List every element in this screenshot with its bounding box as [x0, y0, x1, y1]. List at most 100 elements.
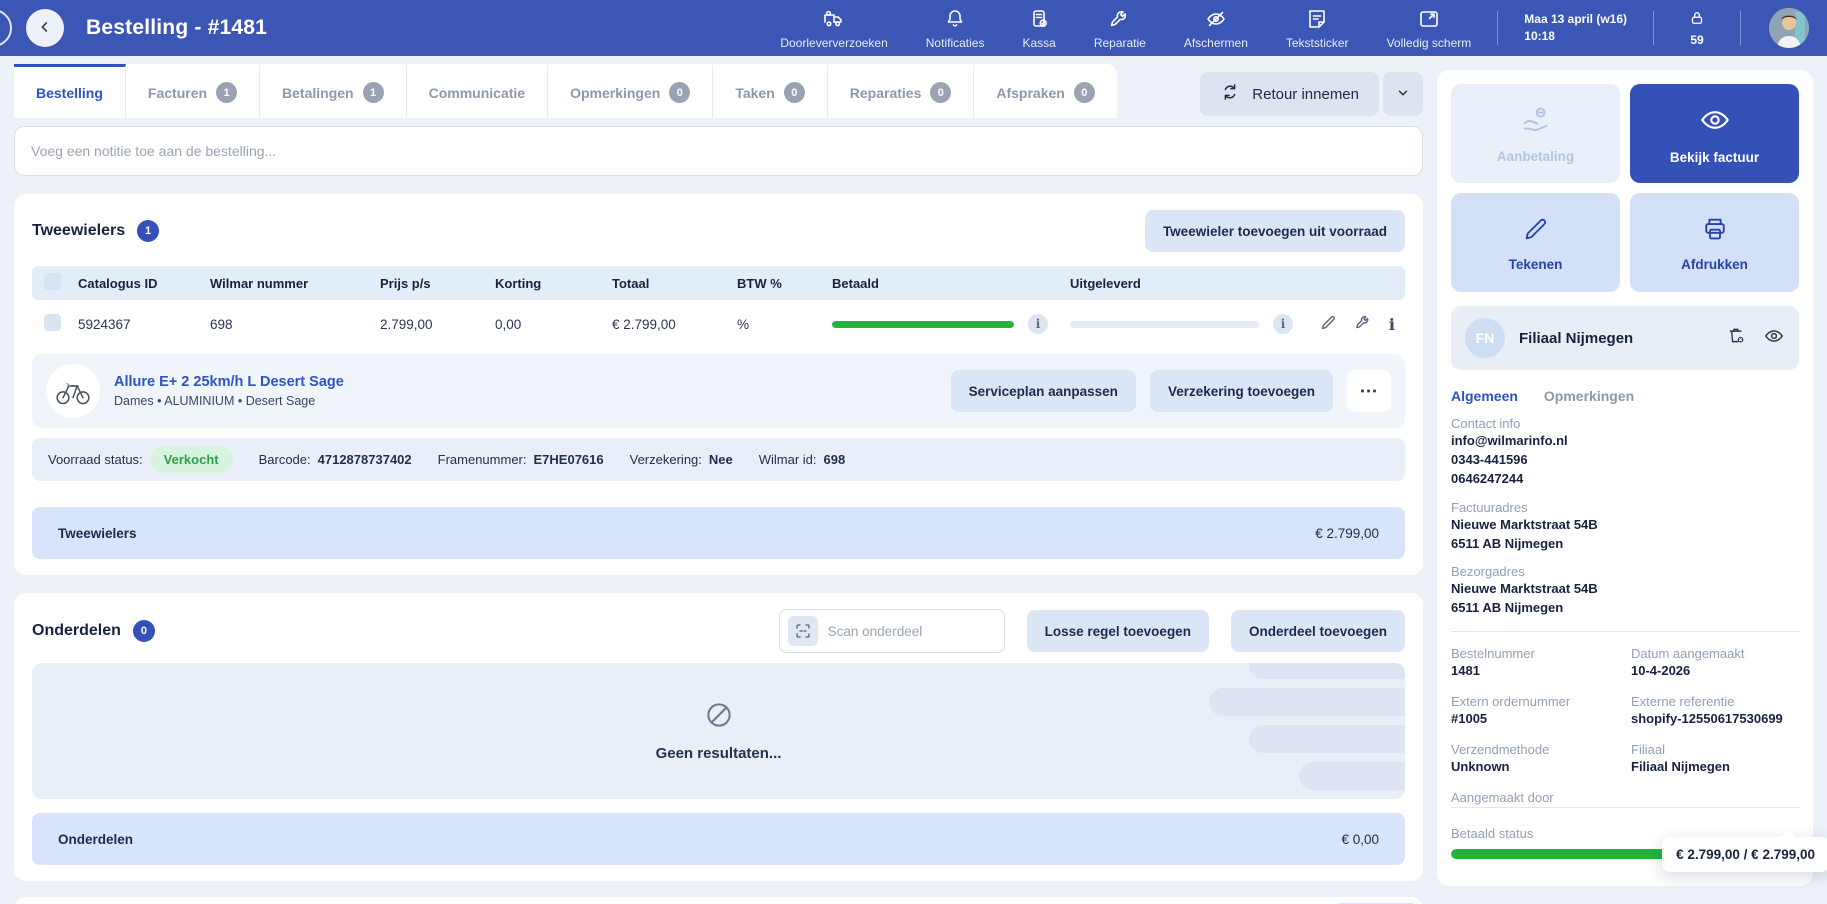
summary-value: € 2.799,00: [1315, 525, 1379, 541]
nav-notificaties[interactable]: Notificaties: [926, 7, 984, 50]
bekijk-factuur-button[interactable]: Bekijk factuur: [1630, 84, 1799, 183]
tab-opmerkingen[interactable]: Opmerkingen 0: [548, 64, 714, 118]
block-label: Bezorgadres: [1451, 564, 1525, 580]
tab-badge: 0: [1073, 82, 1095, 103]
retour-label: Retour innemen: [1252, 85, 1359, 103]
back-button[interactable]: [26, 9, 64, 47]
cell-catalogus-id: 5924367: [78, 316, 131, 332]
order-note-input[interactable]: [31, 143, 1406, 159]
nav-afschermen[interactable]: Afschermen: [1184, 7, 1248, 50]
row-info-icon[interactable]: i: [1389, 315, 1395, 334]
onderdelen-summary: Onderdelen € 0,00: [32, 813, 1405, 865]
tab-reparaties[interactable]: Reparaties 0: [828, 64, 975, 118]
repair-wrench-icon[interactable]: [1354, 313, 1373, 335]
product-more-button[interactable]: ⋯: [1347, 370, 1391, 412]
cell-prijs: 2.799,00: [380, 316, 433, 332]
scan-onderdeel-input[interactable]: [827, 623, 996, 639]
field-verzendmethode: Verzendmethode Unknown: [1451, 730, 1619, 776]
field-datum-aangemaakt: Datum aangemaakt 10-4-2026: [1631, 634, 1799, 680]
divider: [1451, 631, 1799, 633]
field-value: Filiaal Nijmegen: [1631, 759, 1730, 775]
tab-badge: 0: [783, 82, 805, 103]
action-tiles: Aanbetaling Bekijk factuur Tekenen Afdru…: [1451, 84, 1799, 292]
tekenen-button[interactable]: Tekenen: [1451, 193, 1620, 292]
nav-doorleververzoeken[interactable]: Doorleververzoeken: [780, 7, 888, 50]
losse-regel-button[interactable]: Losse regel toevoegen: [1026, 610, 1209, 652]
retour-innemen-button[interactable]: Retour innemen: [1200, 72, 1379, 116]
nav-volledig-scherm[interactable]: Volledig scherm: [1387, 7, 1471, 50]
column-header: Wilmar nummer: [210, 275, 309, 291]
tab-bestelling[interactable]: Bestelling: [14, 64, 126, 118]
retour-dropdown-button[interactable]: [1383, 72, 1423, 116]
nav-kassa[interactable]: Kassa: [1022, 7, 1056, 50]
serviceplan-button[interactable]: Serviceplan aanpassen: [950, 370, 1136, 412]
tab-facturen[interactable]: Facturen 1: [126, 64, 261, 118]
betaald-info-icon[interactable]: i: [1028, 314, 1048, 334]
tweewielers-summary: Tweewielers € 2.799,00: [32, 507, 1405, 559]
remove-customer-icon[interactable]: [1726, 325, 1747, 351]
bike-image: [46, 364, 100, 418]
tab-betalingen[interactable]: Betalingen 1: [260, 64, 407, 118]
tab-afspraken[interactable]: Afspraken 0: [974, 64, 1116, 118]
divider: [1451, 806, 1799, 808]
field-value: #1005: [1451, 711, 1488, 727]
customer-name: Filiaal Nijmegen: [1519, 329, 1634, 347]
nav-tekststicker[interactable]: Tekststicker: [1286, 7, 1349, 50]
order-note: [14, 126, 1423, 176]
add-tweewieler-button[interactable]: Tweewieler toevoegen uit voorraad: [1144, 210, 1405, 252]
content: Bestelling Facturen 1 Betalingen 1 Communi…: [0, 56, 1827, 904]
detail-value: 4712878737402: [317, 452, 412, 467]
tab-algemeen[interactable]: Algemeen: [1451, 388, 1518, 404]
eye-off-icon: [1204, 7, 1228, 31]
detail-label: Framenummer:: [437, 452, 527, 467]
onderdelen-section: Onderdelen 0 Losse regel toevoegen Onder…: [14, 593, 1423, 881]
onderdeel-toevoegen-button[interactable]: Onderdeel toevoegen: [1230, 610, 1405, 652]
tab-opmerkingen[interactable]: Opmerkingen: [1544, 388, 1634, 404]
user-avatar[interactable]: [1769, 8, 1809, 48]
detail-label: Wilmar id:: [758, 452, 817, 467]
customer-card[interactable]: FN Filiaal Nijmegen: [1451, 306, 1799, 370]
cell-totaal: € 2.799,00: [612, 316, 676, 332]
menu-handle[interactable]: [0, 9, 12, 47]
address-line: 6511 AB Nijmegen: [1451, 535, 1564, 551]
lock-count: 59: [1690, 33, 1704, 47]
verzekering-button[interactable]: Verzekering toevoegen: [1149, 370, 1333, 412]
address-line: 6511 AB Nijmegen: [1451, 600, 1564, 616]
top-navigation: Doorleververzoeken Notificaties Kassa Re…: [780, 7, 1497, 50]
select-all-checkbox[interactable]: [44, 273, 61, 290]
view-customer-icon[interactable]: [1763, 325, 1785, 352]
row-actions: i: [1315, 313, 1405, 335]
field-value: 10-4-2026: [1631, 663, 1691, 679]
field-label: Verzendmethode: [1451, 742, 1550, 758]
edit-icon[interactable]: [1319, 313, 1338, 335]
contact-phone-2: 0646247244: [1451, 470, 1524, 486]
field-label: Bestelnummer: [1451, 646, 1535, 662]
field-value: shopify-12550617530699: [1631, 711, 1783, 727]
tab-communicatie[interactable]: Communicatie: [407, 64, 549, 118]
printer-icon: [1700, 214, 1730, 247]
field-bestelnummer: Bestelnummer 1481: [1451, 634, 1619, 680]
tab-label: Bestelling: [36, 84, 103, 101]
order-fields: Bestelnummer 1481 Datum aangemaakt 10-4-…: [1451, 634, 1799, 807]
detail-value: Nee: [708, 452, 733, 467]
tab-bar: Bestelling Facturen 1 Betalingen 1 Communi…: [14, 64, 1117, 118]
product-link[interactable]: Allure E+ 2 25km/h L Desert Sage: [114, 374, 344, 390]
lock-counter[interactable]: 59: [1654, 9, 1740, 47]
sidebar: Aanbetaling Bekijk factuur Tekenen Afdru…: [1437, 70, 1827, 886]
field-value: 1481: [1451, 663, 1480, 679]
contact-info-block: Contact info info@wilmarinfo.nl 0343-441…: [1451, 404, 1799, 488]
summary-value: € 0,00: [1341, 831, 1379, 847]
address-line: Nieuwe Marktstraat 54B: [1451, 516, 1598, 532]
uitgeleverd-info-icon[interactable]: i: [1273, 314, 1293, 334]
nav-label: Afschermen: [1183, 35, 1248, 50]
nav-reparatie[interactable]: Reparatie: [1094, 7, 1146, 50]
delivery-truck-icon: [822, 7, 846, 31]
product-block: Allure E+ 2 25km/h L Desert Sage Dames •…: [32, 354, 1405, 428]
contact-email: info@wilmarinfo.nl: [1451, 433, 1568, 448]
tab-taken[interactable]: Taken 0: [713, 64, 828, 118]
row-checkbox[interactable]: [44, 314, 61, 331]
afdrukken-button[interactable]: Afdrukken: [1630, 193, 1799, 292]
cell-korting: 0,00: [495, 316, 522, 332]
tweewielers-header: Tweewielers 1 Tweewieler toevoegen uit v…: [32, 210, 1405, 252]
nav-label: Reparatie: [1093, 35, 1146, 50]
